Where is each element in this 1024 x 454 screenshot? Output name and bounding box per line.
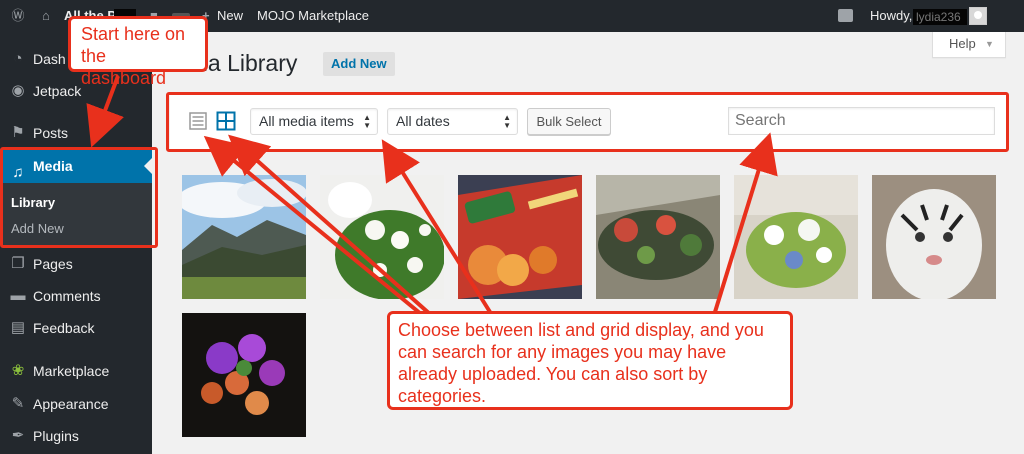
plugins-icon: ✒ bbox=[11, 427, 25, 444]
media-thumbnail[interactable] bbox=[182, 175, 306, 299]
howdy-label[interactable]: Howdy, bbox=[870, 0, 912, 32]
sidebar-item-label: Jetpack bbox=[33, 83, 82, 99]
dashboard-icon: ◔ bbox=[13, 50, 23, 67]
sidebar-item-appearance[interactable]: ✎ Appearance bbox=[0, 388, 152, 420]
pushpin-icon: ⚑ bbox=[11, 124, 25, 141]
notification-icon[interactable] bbox=[838, 9, 853, 22]
sidebar-item-label: Marketplace bbox=[33, 363, 110, 379]
toolbar-annotation-callout: Choose between list and grid display, an… bbox=[387, 311, 793, 410]
new-content-link[interactable]: New bbox=[217, 0, 243, 32]
sidebar-item-pages[interactable]: ❐ Pages bbox=[0, 248, 152, 280]
media-thumbnail[interactable] bbox=[182, 313, 306, 437]
help-label: Help bbox=[949, 36, 976, 51]
media-thumbnail[interactable] bbox=[872, 175, 996, 299]
media-thumbnail[interactable] bbox=[458, 175, 582, 299]
media-menu-highlight-box bbox=[0, 147, 158, 248]
sidebar-item-marketplace[interactable]: ❀ Marketplace bbox=[0, 355, 152, 387]
pages-icon: ❐ bbox=[11, 255, 25, 272]
sidebar-item-label: Plugins bbox=[33, 428, 79, 444]
mojo-marketplace-link[interactable]: MOJO Marketplace bbox=[257, 0, 369, 32]
comments-icon: ▬ bbox=[10, 287, 26, 304]
sidebar-item-label: Appearance bbox=[33, 396, 109, 412]
sidebar-item-label: Posts bbox=[33, 125, 69, 141]
sidebar-item-label: Pages bbox=[33, 256, 73, 272]
sidebar-item-label: Comments bbox=[33, 288, 101, 304]
add-new-button[interactable]: Add New bbox=[323, 52, 395, 76]
media-thumbnail[interactable] bbox=[596, 175, 720, 299]
feedback-icon: ▤ bbox=[10, 319, 26, 336]
jetpack-icon: ◉ bbox=[11, 82, 25, 99]
sidebar-item-posts[interactable]: ⚑ Posts bbox=[0, 117, 152, 149]
avatar[interactable] bbox=[969, 7, 987, 25]
marketplace-icon: ❀ bbox=[11, 362, 25, 379]
sidebar-item-label: Feedback bbox=[33, 320, 95, 336]
media-thumbnail[interactable] bbox=[320, 175, 444, 299]
media-thumbnail[interactable] bbox=[734, 175, 858, 299]
sidebar-item-plugins[interactable]: ✒ Plugins bbox=[0, 420, 152, 452]
wordpress-logo-icon[interactable]: Ⓦ bbox=[8, 0, 28, 32]
sidebar-item-feedback[interactable]: ▤ Feedback bbox=[0, 312, 152, 344]
username[interactable]: lydia236 bbox=[913, 9, 967, 25]
home-icon[interactable]: ⌂ bbox=[42, 0, 50, 32]
caret-down-icon: ▼ bbox=[985, 39, 994, 49]
dashboard-annotation-callout: Start here on the dashboard bbox=[68, 16, 208, 88]
sidebar-item-label: Dash bbox=[33, 51, 66, 67]
help-button[interactable]: Help ▼ bbox=[932, 32, 1006, 58]
appearance-icon: ✎ bbox=[11, 395, 25, 412]
toolbar-highlight-box bbox=[166, 92, 1009, 152]
sidebar-item-comments[interactable]: ▬ Comments bbox=[0, 280, 152, 312]
